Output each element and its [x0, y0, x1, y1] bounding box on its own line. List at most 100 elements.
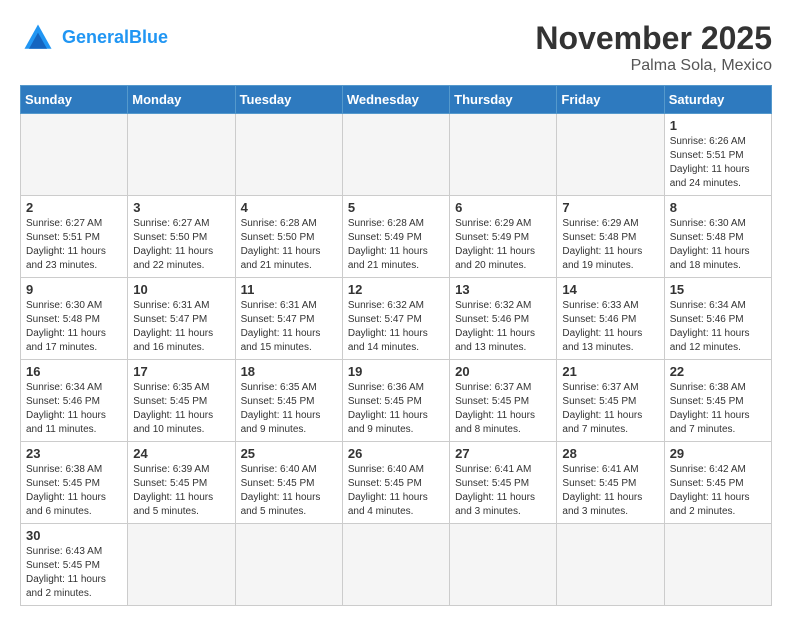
day-info: Sunrise: 6:32 AM Sunset: 5:47 PM Dayligh…	[348, 299, 444, 355]
day-info: Sunrise: 6:30 AM Sunset: 5:48 PM Dayligh…	[26, 299, 122, 355]
calendar-cell: 25Sunrise: 6:40 AM Sunset: 5:45 PM Dayli…	[235, 442, 342, 524]
day-info: Sunrise: 6:29 AM Sunset: 5:48 PM Dayligh…	[562, 217, 658, 273]
day-number: 7	[562, 200, 658, 215]
col-header-wednesday: Wednesday	[342, 86, 449, 114]
calendar-header-row: SundayMondayTuesdayWednesdayThursdayFrid…	[21, 86, 772, 114]
calendar-week-row: 16 Sunrise: 6:34 AM Sunset: 5:46 PM Dayli…	[21, 360, 772, 442]
day-number: 27	[455, 446, 551, 461]
calendar-week-row: 9 Sunrise: 6:30 AM Sunset: 5:48 PM Daylig…	[21, 278, 772, 360]
day-number: 17	[133, 364, 229, 379]
calendar-cell: 23Sunrise: 6:38 AM Sunset: 5:45 PM Dayli…	[21, 442, 128, 524]
day-info: Sunrise: 6:34 AM Sunset: 5:46 PM Dayligh…	[26, 381, 122, 437]
calendar-cell	[235, 114, 342, 196]
col-header-thursday: Thursday	[450, 86, 557, 114]
day-number: 16	[26, 364, 122, 379]
day-info: Sunrise: 6:31 AM Sunset: 5:47 PM Dayligh…	[133, 299, 229, 355]
calendar-cell: 11 Sunrise: 6:31 AM Sunset: 5:47 PM Dayli…	[235, 278, 342, 360]
day-info: Sunrise: 6:40 AM Sunset: 5:45 PM Dayligh…	[348, 463, 444, 519]
calendar-cell	[128, 524, 235, 606]
logo-general: General	[62, 27, 129, 47]
day-number: 4	[241, 200, 337, 215]
calendar-cell: 17 Sunrise: 6:35 AM Sunset: 5:45 PM Dayli…	[128, 360, 235, 442]
calendar-cell: 28Sunrise: 6:41 AM Sunset: 5:45 PM Dayli…	[557, 442, 664, 524]
day-number: 10	[133, 282, 229, 297]
day-number: 6	[455, 200, 551, 215]
day-number: 2	[26, 200, 122, 215]
day-info: Sunrise: 6:43 AM Sunset: 5:45 PM Dayligh…	[26, 545, 122, 601]
calendar-cell	[342, 114, 449, 196]
col-header-tuesday: Tuesday	[235, 86, 342, 114]
day-info: Sunrise: 6:27 AM Sunset: 5:50 PM Dayligh…	[133, 217, 229, 273]
day-number: 14	[562, 282, 658, 297]
calendar-cell: 13 Sunrise: 6:32 AM Sunset: 5:46 PM Dayli…	[450, 278, 557, 360]
day-info: Sunrise: 6:31 AM Sunset: 5:47 PM Dayligh…	[241, 299, 337, 355]
day-number: 9	[26, 282, 122, 297]
calendar-cell: 5Sunrise: 6:28 AM Sunset: 5:49 PM Daylig…	[342, 196, 449, 278]
col-header-monday: Monday	[128, 86, 235, 114]
logo-icon	[20, 20, 56, 56]
calendar-cell: 4 Sunrise: 6:28 AM Sunset: 5:50 PM Daylig…	[235, 196, 342, 278]
day-info: Sunrise: 6:42 AM Sunset: 5:45 PM Dayligh…	[670, 463, 766, 519]
month-title: November 2025	[535, 20, 772, 57]
day-number: 13	[455, 282, 551, 297]
calendar-cell: 14Sunrise: 6:33 AM Sunset: 5:46 PM Dayli…	[557, 278, 664, 360]
calendar-cell: 30 Sunrise: 6:43 AM Sunset: 5:45 PM Dayli…	[21, 524, 128, 606]
day-info: Sunrise: 6:30 AM Sunset: 5:48 PM Dayligh…	[670, 217, 766, 273]
day-info: Sunrise: 6:26 AM Sunset: 5:51 PM Dayligh…	[670, 135, 766, 191]
calendar-cell	[450, 114, 557, 196]
day-number: 1	[670, 118, 766, 133]
day-info: Sunrise: 6:41 AM Sunset: 5:45 PM Dayligh…	[455, 463, 551, 519]
calendar-week-row: 23Sunrise: 6:38 AM Sunset: 5:45 PM Dayli…	[21, 442, 772, 524]
day-number: 5	[348, 200, 444, 215]
calendar-cell: 21Sunrise: 6:37 AM Sunset: 5:45 PM Dayli…	[557, 360, 664, 442]
calendar-cell: 22Sunrise: 6:38 AM Sunset: 5:45 PM Dayli…	[664, 360, 771, 442]
day-number: 29	[670, 446, 766, 461]
day-number: 26	[348, 446, 444, 461]
calendar-cell: 3 Sunrise: 6:27 AM Sunset: 5:50 PM Daylig…	[128, 196, 235, 278]
day-number: 24	[133, 446, 229, 461]
calendar-cell: 12Sunrise: 6:32 AM Sunset: 5:47 PM Dayli…	[342, 278, 449, 360]
day-info: Sunrise: 6:28 AM Sunset: 5:50 PM Dayligh…	[241, 217, 337, 273]
col-header-friday: Friday	[557, 86, 664, 114]
calendar-cell: 1 Sunrise: 6:26 AM Sunset: 5:51 PM Daylig…	[664, 114, 771, 196]
calendar-cell: 27 Sunrise: 6:41 AM Sunset: 5:45 PM Dayli…	[450, 442, 557, 524]
day-number: 19	[348, 364, 444, 379]
calendar-cell	[128, 114, 235, 196]
calendar-cell: 2 Sunrise: 6:27 AM Sunset: 5:51 PM Daylig…	[21, 196, 128, 278]
day-number: 23	[26, 446, 122, 461]
calendar-cell: 29 Sunrise: 6:42 AM Sunset: 5:45 PM Dayli…	[664, 442, 771, 524]
day-info: Sunrise: 6:37 AM Sunset: 5:45 PM Dayligh…	[562, 381, 658, 437]
calendar-cell: 19Sunrise: 6:36 AM Sunset: 5:45 PM Dayli…	[342, 360, 449, 442]
calendar-cell: 26 Sunrise: 6:40 AM Sunset: 5:45 PM Dayli…	[342, 442, 449, 524]
calendar-cell: 9 Sunrise: 6:30 AM Sunset: 5:48 PM Daylig…	[21, 278, 128, 360]
day-number: 28	[562, 446, 658, 461]
calendar-cell: 8Sunrise: 6:30 AM Sunset: 5:48 PM Daylig…	[664, 196, 771, 278]
logo: GeneralBlue	[20, 20, 168, 56]
day-info: Sunrise: 6:35 AM Sunset: 5:45 PM Dayligh…	[133, 381, 229, 437]
day-number: 18	[241, 364, 337, 379]
calendar-cell: 15 Sunrise: 6:34 AM Sunset: 5:46 PM Dayli…	[664, 278, 771, 360]
day-number: 15	[670, 282, 766, 297]
day-info: Sunrise: 6:38 AM Sunset: 5:45 PM Dayligh…	[670, 381, 766, 437]
col-header-sunday: Sunday	[21, 86, 128, 114]
day-number: 30	[26, 528, 122, 543]
page-header: GeneralBlue November 2025 Palma Sola, Me…	[20, 20, 772, 75]
day-info: Sunrise: 6:35 AM Sunset: 5:45 PM Dayligh…	[241, 381, 337, 437]
logo-blue: Blue	[129, 27, 168, 47]
calendar-week-row: 2 Sunrise: 6:27 AM Sunset: 5:51 PM Daylig…	[21, 196, 772, 278]
day-info: Sunrise: 6:39 AM Sunset: 5:45 PM Dayligh…	[133, 463, 229, 519]
day-info: Sunrise: 6:34 AM Sunset: 5:46 PM Dayligh…	[670, 299, 766, 355]
calendar-cell: 16 Sunrise: 6:34 AM Sunset: 5:46 PM Dayli…	[21, 360, 128, 442]
calendar-cell	[21, 114, 128, 196]
day-info: Sunrise: 6:27 AM Sunset: 5:51 PM Dayligh…	[26, 217, 122, 273]
calendar-cell: 20Sunrise: 6:37 AM Sunset: 5:45 PM Dayli…	[450, 360, 557, 442]
day-number: 11	[241, 282, 337, 297]
calendar-cell: 7 Sunrise: 6:29 AM Sunset: 5:48 PM Daylig…	[557, 196, 664, 278]
calendar: SundayMondayTuesdayWednesdayThursdayFrid…	[20, 85, 772, 606]
day-info: Sunrise: 6:29 AM Sunset: 5:49 PM Dayligh…	[455, 217, 551, 273]
calendar-cell: 24 Sunrise: 6:39 AM Sunset: 5:45 PM Dayli…	[128, 442, 235, 524]
day-info: Sunrise: 6:32 AM Sunset: 5:46 PM Dayligh…	[455, 299, 551, 355]
day-number: 3	[133, 200, 229, 215]
title-block: November 2025 Palma Sola, Mexico	[535, 20, 772, 75]
logo-text: GeneralBlue	[62, 28, 168, 48]
